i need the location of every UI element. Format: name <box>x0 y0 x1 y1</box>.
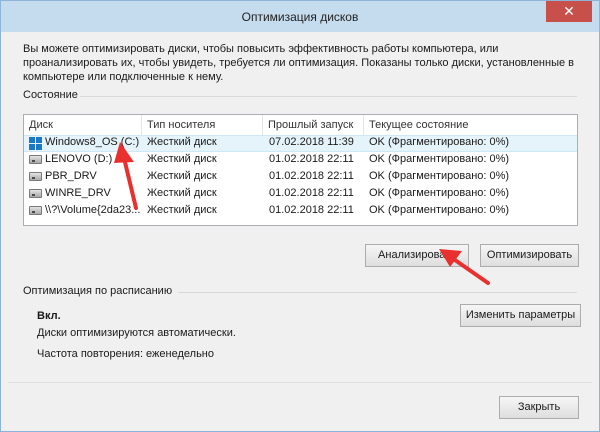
last-run: 01.02.2018 22:11 <box>269 153 354 165</box>
current-state: OK (Фрагментировано: 0%) <box>369 153 510 165</box>
last-run: 01.02.2018 22:11 <box>269 170 354 182</box>
disk-name: \\?\Volume{2da23... <box>45 204 141 216</box>
disk-row-d[interactable]: LENOVO (D:) Жесткий диск 01.02.2018 22:1… <box>24 152 577 169</box>
last-run: 01.02.2018 22:11 <box>269 187 354 199</box>
current-state: OK (Фрагментировано: 0%) <box>369 170 510 182</box>
media-type: Жесткий диск <box>147 136 217 148</box>
status-divider <box>80 96 577 97</box>
column-header-last-run[interactable]: Прошлый запуск <box>263 115 364 135</box>
close-button[interactable]: Закрыть <box>499 396 579 419</box>
title-bar[interactable]: Оптимизация дисков ✕ <box>1 1 599 32</box>
media-type: Жесткий диск <box>147 170 217 182</box>
schedule-auto-text: Диски оптимизируются автоматически. <box>37 327 236 339</box>
disk-row-winre[interactable]: WINRE_DRV Жесткий диск 01.02.2018 22:11 … <box>24 186 577 203</box>
optimize-button[interactable]: Оптимизировать <box>480 244 579 267</box>
disk-row-volume[interactable]: \\?\Volume{2da23... Жесткий диск 01.02.2… <box>24 203 577 220</box>
hard-drive-icon <box>29 206 42 215</box>
disk-name: PBR_DRV <box>45 170 97 182</box>
schedule-frequency-text: Частота повторения: еженедельно <box>37 348 214 360</box>
disk-row-pbr[interactable]: PBR_DRV Жесткий диск 01.02.2018 22:11 OK… <box>24 169 577 186</box>
disk-name: Windows8_OS (C:) <box>45 136 140 148</box>
status-section-label: Состояние <box>23 89 78 101</box>
disk-list[interactable]: Диск Тип носителя Прошлый запуск Текущее… <box>23 114 578 226</box>
disk-optimization-window: Оптимизация дисков ✕ Вы можете оптимизир… <box>0 0 600 432</box>
last-run: 07.02.2018 11:39 <box>269 136 354 148</box>
change-settings-button[interactable]: Изменить параметры <box>460 304 581 327</box>
close-icon: ✕ <box>563 3 575 19</box>
disk-row-c[interactable]: Windows8_OS (C:) Жесткий диск 07.02.2018… <box>24 135 577 152</box>
hard-drive-icon <box>29 172 42 181</box>
current-state: OK (Фрагментировано: 0%) <box>369 136 510 148</box>
schedule-divider <box>178 292 577 293</box>
hard-drive-icon <box>29 189 42 198</box>
windows-drive-icon <box>29 137 42 150</box>
media-type: Жесткий диск <box>147 204 217 216</box>
window-title: Оптимизация дисков <box>241 10 359 24</box>
current-state: OK (Фрагментировано: 0%) <box>369 187 510 199</box>
media-type: Жесткий диск <box>147 153 217 165</box>
schedule-state: Вкл. <box>37 310 61 322</box>
disk-name: LENOVO (D:) <box>45 153 113 165</box>
dialog-client: Вы можете оптимизировать диски, чтобы по… <box>8 32 592 424</box>
media-type: Жесткий диск <box>147 187 217 199</box>
footer-divider <box>8 382 592 383</box>
column-header-state[interactable]: Текущее состояние <box>364 115 577 135</box>
window-close-button[interactable]: ✕ <box>546 1 592 22</box>
analyze-button[interactable]: Анализировать <box>365 244 469 267</box>
disk-name: WINRE_DRV <box>45 187 111 199</box>
description-text: Вы можете оптимизировать диски, чтобы по… <box>23 43 575 83</box>
current-state: OK (Фрагментировано: 0%) <box>369 204 510 216</box>
column-header-disk[interactable]: Диск <box>24 115 142 135</box>
last-run: 01.02.2018 22:11 <box>269 204 354 216</box>
column-header-media[interactable]: Тип носителя <box>142 115 263 135</box>
hard-drive-icon <box>29 155 42 164</box>
schedule-section-label: Оптимизация по расписанию <box>23 285 173 297</box>
